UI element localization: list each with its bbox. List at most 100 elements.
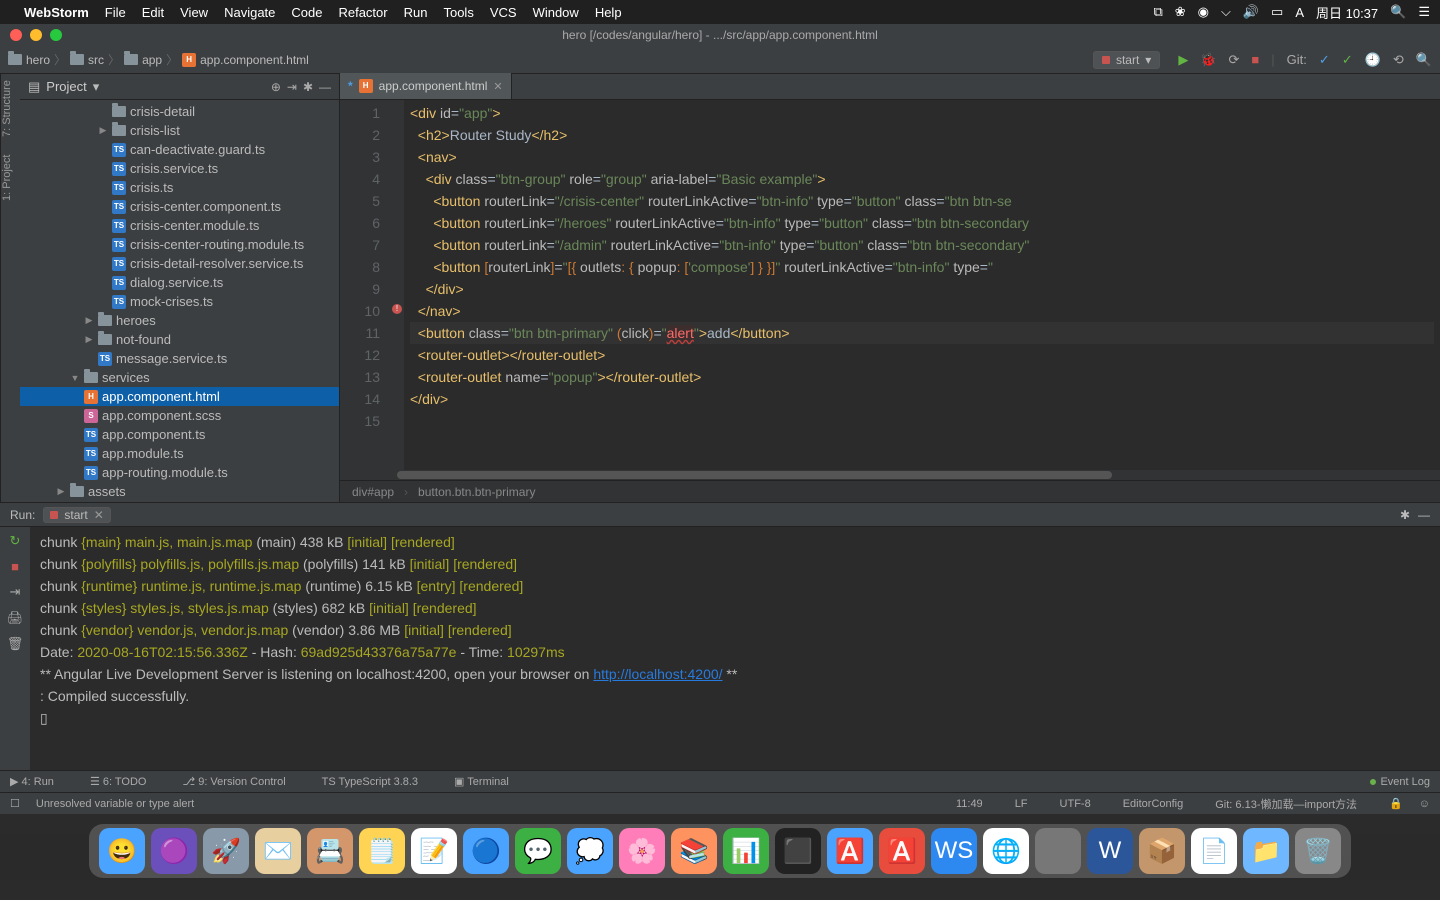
close-run-tab[interactable]: ✕ — [94, 508, 104, 522]
stop-button[interactable]: ■ — [1251, 52, 1259, 67]
tree-node[interactable]: ▶ not-found — [20, 330, 339, 349]
bottom-tab[interactable]: ☰ 6: TODO — [90, 775, 147, 788]
menu-window[interactable]: Window — [533, 5, 579, 20]
collapse-icon[interactable]: ⇥ — [287, 80, 297, 94]
project-tree[interactable]: crisis-detail ▶ crisis-list TS can-deact… — [20, 100, 339, 502]
dock-app-icon[interactable]: 🚀 — [203, 828, 249, 874]
expand-arrow-icon[interactable]: ▶ — [56, 486, 66, 497]
expand-arrow-icon[interactable]: ▼ — [70, 373, 80, 383]
git-rollback-button[interactable]: ⟲ — [1393, 52, 1404, 68]
status-item[interactable]: UTF-8 — [1060, 798, 1091, 810]
dock-app-icon[interactable]: 🌐 — [983, 828, 1029, 874]
dock-app-icon[interactable]: 📚 — [671, 828, 717, 874]
tree-node[interactable]: S app.component.scss — [20, 406, 339, 425]
status-item[interactable]: 11:49 — [956, 798, 983, 810]
input-source-icon[interactable]: A — [1295, 5, 1304, 20]
menu-edit[interactable]: Edit — [142, 5, 164, 20]
code-content[interactable]: <div id="app"> <h2>Router Study</h2> <na… — [404, 100, 1440, 470]
status-item[interactable]: Git: 6.13-懒加载—import方法 — [1215, 796, 1357, 812]
project-title[interactable]: Project — [46, 79, 86, 94]
tree-node[interactable]: TS mock-crises.ts — [20, 292, 339, 311]
menu-navigate[interactable]: Navigate — [224, 5, 275, 20]
run-hide-icon[interactable]: — — [1418, 508, 1430, 522]
clock[interactable]: 周日 10:37 — [1316, 3, 1378, 22]
dock-app-icon[interactable]: W — [1087, 828, 1133, 874]
menu-refactor[interactable]: Refactor — [338, 5, 387, 20]
scroll-end-button[interactable]: 🖨 — [7, 610, 24, 626]
tree-node[interactable]: ▶ crisis-list — [20, 121, 339, 140]
tree-node[interactable]: TS app.module.ts — [20, 444, 339, 463]
rerun-button[interactable]: ↻ — [10, 533, 21, 549]
dock-app-icon[interactable]: 📊 — [723, 828, 769, 874]
tree-node[interactable]: TS can-deactivate.guard.ts — [20, 140, 339, 159]
app-name[interactable]: WebStorm — [24, 5, 89, 20]
stop-run-button[interactable]: ■ — [11, 559, 19, 574]
debug-button[interactable]: 🐞 — [1200, 52, 1216, 68]
dock-app-icon[interactable] — [1035, 828, 1081, 874]
spotlight-icon[interactable]: 🔍 — [1390, 4, 1406, 20]
editor-breadcrumb[interactable]: div#app› button.btn.btn-primary — [340, 480, 1440, 502]
menu-view[interactable]: View — [180, 5, 208, 20]
wifi-icon[interactable]: ⌵ — [1221, 4, 1231, 20]
battery-icon[interactable]: ▭ — [1271, 4, 1283, 20]
git-history-button[interactable]: 🕘 — [1365, 52, 1381, 68]
attach-button[interactable]: ⟳ — [1229, 52, 1240, 68]
dock-app-icon[interactable]: WS — [931, 828, 977, 874]
chevron-down-icon[interactable]: ▾ — [93, 79, 100, 95]
menu-file[interactable]: File — [105, 5, 126, 20]
status-item[interactable]: EditorConfig — [1123, 798, 1184, 810]
close-window-button[interactable] — [10, 29, 22, 41]
tool-tab-project[interactable]: 1: Project — [1, 155, 20, 201]
minimize-window-button[interactable] — [30, 29, 42, 41]
console-output[interactable]: chunk {main} main.js, main.js.map (main)… — [30, 527, 1440, 770]
run-config-selector[interactable]: start ▾ — [1093, 51, 1160, 69]
wechat-tray-icon[interactable]: ❀ — [1175, 4, 1186, 20]
tree-node[interactable]: ▶ assets — [20, 482, 339, 501]
locate-icon[interactable]: ⊕ — [271, 80, 281, 94]
dock-app-icon[interactable]: 🗒️ — [359, 828, 405, 874]
search-everywhere-button[interactable]: 🔍 — [1416, 52, 1432, 68]
dock-app-icon[interactable]: 🗑️ — [1295, 828, 1341, 874]
dock-app-icon[interactable]: 😀 — [99, 828, 145, 874]
dock-app-icon[interactable]: 📇 — [307, 828, 353, 874]
status-icon[interactable]: ☐ — [10, 797, 20, 810]
tab-app-component-html[interactable]: * H app.component.html ✕ — [340, 73, 512, 99]
dock-app-icon[interactable]: 📝 — [411, 828, 457, 874]
tree-node[interactable]: TS crisis-center.component.ts — [20, 197, 339, 216]
tree-node[interactable]: ▶ environments — [20, 501, 339, 502]
tree-node[interactable]: TS dialog.service.ts — [20, 273, 339, 292]
tree-node[interactable]: TS app.component.ts — [20, 425, 339, 444]
event-log-button[interactable]: Event Log — [1370, 776, 1430, 788]
dock-app-icon[interactable]: 🌸 — [619, 828, 665, 874]
tree-node[interactable]: H app.component.html — [20, 387, 339, 406]
clear-button[interactable]: 🗑 — [7, 636, 24, 652]
git-commit-button[interactable]: ✓ — [1342, 52, 1353, 68]
expand-arrow-icon[interactable]: ▶ — [98, 125, 108, 136]
inspections-icon[interactable]: ☺ — [1419, 798, 1430, 810]
status-item[interactable]: LF — [1015, 798, 1028, 810]
screencast-icon[interactable]: ⧉ — [1153, 4, 1162, 20]
menu-run[interactable]: Run — [404, 5, 428, 20]
tree-node[interactable]: TS crisis.ts — [20, 178, 339, 197]
dock-app-icon[interactable]: 📦 — [1139, 828, 1185, 874]
volume-icon[interactable]: 🔊 — [1243, 4, 1259, 20]
tree-node[interactable]: TS crisis-center.module.ts — [20, 216, 339, 235]
settings-icon[interactable]: ✱ — [303, 80, 313, 94]
maximize-window-button[interactable] — [50, 29, 62, 41]
menu-help[interactable]: Help — [595, 5, 622, 20]
git-update-button[interactable]: ✓ — [1319, 52, 1330, 68]
close-tab-button[interactable]: ✕ — [493, 80, 502, 93]
tree-node[interactable]: TS app-routing.module.ts — [20, 463, 339, 482]
dock-app-icon[interactable]: 💬 — [515, 828, 561, 874]
tree-node[interactable]: ▼ services — [20, 368, 339, 387]
dock-app-icon[interactable]: 📁 — [1243, 828, 1289, 874]
tree-node[interactable]: TS message.service.ts — [20, 349, 339, 368]
tree-node[interactable]: TS crisis.service.ts — [20, 159, 339, 178]
lock-icon[interactable]: 🔒 — [1389, 797, 1403, 810]
dock-app-icon[interactable]: ⬛ — [775, 828, 821, 874]
dock-app-icon[interactable]: 💭 — [567, 828, 613, 874]
run-button[interactable]: ▶ — [1178, 52, 1188, 68]
run-settings-icon[interactable]: ✱ — [1400, 508, 1410, 522]
macos-dock[interactable]: 😀🟣🚀✉️📇🗒️📝🔵💬💭🌸📚📊⬛🅰️🅰️WS🌐W📦📄📁🗑️ — [89, 824, 1351, 878]
menu-code[interactable]: Code — [291, 5, 322, 20]
